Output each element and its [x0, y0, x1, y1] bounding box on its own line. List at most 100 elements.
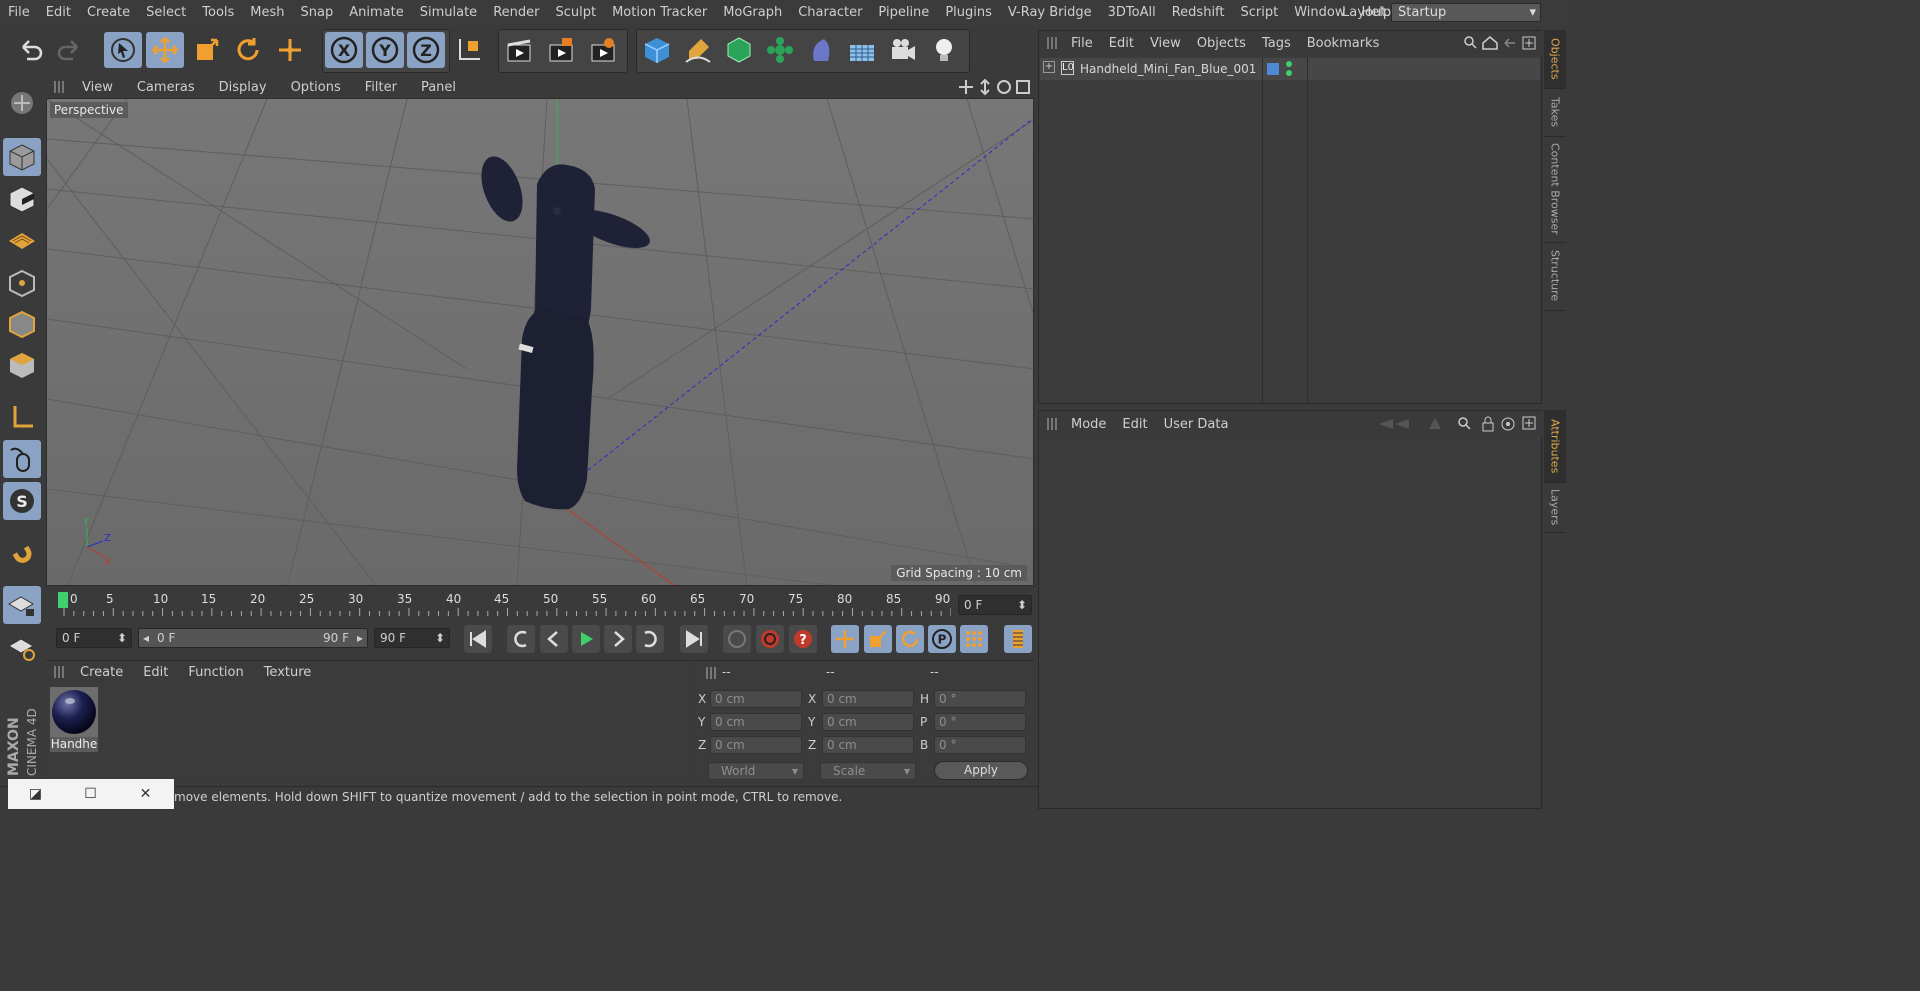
- render-visibility-dot[interactable]: [1286, 70, 1292, 76]
- move-tool-button[interactable]: [146, 32, 184, 68]
- camera-button[interactable]: [884, 32, 922, 68]
- render-view-button[interactable]: [500, 32, 538, 68]
- vp-menu-filter[interactable]: Filter: [353, 80, 409, 95]
- menu-mograph[interactable]: MoGraph: [715, 0, 790, 26]
- y-axis-button[interactable]: Y: [366, 32, 404, 68]
- vp-menu-view[interactable]: View: [70, 80, 125, 95]
- tweak-mode-button[interactable]: [3, 440, 41, 478]
- range-right-arrow-icon[interactable]: ▸: [357, 629, 363, 647]
- stepper-arrows-icon[interactable]: ⬍: [117, 629, 127, 647]
- menu-create[interactable]: Create: [79, 0, 138, 26]
- vp-menu-display[interactable]: Display: [207, 80, 279, 95]
- menu-simulate[interactable]: Simulate: [412, 0, 485, 26]
- timeline-ruler[interactable]: 0 5 10 15 20 25 30 35 40 45 50 55 60 65 …: [56, 590, 951, 620]
- menu-select[interactable]: Select: [138, 0, 194, 26]
- fan-model[interactable]: [473, 151, 654, 510]
- current-frame-field[interactable]: 0 F ⬍: [958, 595, 1032, 615]
- menu-snap[interactable]: Snap: [293, 0, 342, 26]
- cinema4d-restore-icon[interactable]: ◪: [8, 786, 63, 802]
- viewport-label[interactable]: Perspective: [50, 102, 128, 118]
- viewport-3d[interactable]: Y Z X Perspective Grid Spacing : 10 cm: [46, 98, 1034, 586]
- previous-key-button[interactable]: [507, 625, 535, 653]
- panel-grip-icon[interactable]: [706, 667, 716, 679]
- pan-view-icon[interactable]: [959, 80, 973, 94]
- pos-x-field[interactable]: 0 cm: [710, 690, 802, 708]
- autokeying-button[interactable]: [756, 625, 784, 653]
- panel-grip-icon[interactable]: [54, 81, 64, 93]
- polygons-mode-button[interactable]: [3, 346, 41, 384]
- pen-tool-button[interactable]: [679, 32, 717, 68]
- menu-plugins[interactable]: Plugins: [937, 0, 1000, 26]
- pos-y-field[interactable]: 0 cm: [710, 713, 802, 731]
- cloner-button[interactable]: [761, 32, 799, 68]
- coordinate-system-button[interactable]: [450, 32, 488, 68]
- play-button[interactable]: [572, 625, 600, 653]
- target-icon[interactable]: [1501, 417, 1515, 431]
- vp-menu-cameras[interactable]: Cameras: [125, 80, 207, 95]
- back-icon[interactable]: [1504, 38, 1515, 48]
- stepper-arrows-icon[interactable]: ⬍: [435, 629, 445, 647]
- menu-script[interactable]: Script: [1233, 0, 1287, 26]
- rot-b-field[interactable]: 0 °: [934, 736, 1026, 754]
- layout-dropdown[interactable]: Startup ▾: [1391, 3, 1541, 22]
- record-active-objects-button[interactable]: [723, 625, 751, 653]
- size-z-field[interactable]: 0 cm: [822, 736, 914, 754]
- material-name[interactable]: Handhe: [50, 737, 98, 752]
- key-rotation-button[interactable]: [896, 625, 924, 653]
- layer-color-swatch[interactable]: [1267, 63, 1279, 75]
- scale-mode-dropdown[interactable]: Scale ▾: [820, 762, 916, 780]
- attr-menu-edit[interactable]: Edit: [1114, 417, 1155, 432]
- scale-tool-button[interactable]: [188, 32, 226, 68]
- lock-workplane-button[interactable]: [3, 586, 41, 624]
- mat-menu-texture[interactable]: Texture: [254, 665, 322, 680]
- search-icon[interactable]: [1464, 36, 1477, 49]
- range-slider[interactable]: ◂ 0 F 90 F ▸: [138, 628, 368, 648]
- rot-p-field[interactable]: 0 °: [934, 713, 1026, 731]
- go-to-end-button[interactable]: [680, 625, 708, 653]
- attr-menu-mode[interactable]: Mode: [1063, 417, 1114, 432]
- search-icon[interactable]: [1458, 417, 1471, 430]
- panel-grip-icon[interactable]: [1047, 418, 1057, 430]
- render-region-button[interactable]: [542, 32, 580, 68]
- panel-grip-icon[interactable]: [1047, 37, 1057, 49]
- apply-button[interactable]: Apply: [934, 761, 1028, 780]
- maximize-icon[interactable]: ☐: [63, 786, 118, 802]
- snap-button[interactable]: [3, 534, 41, 572]
- timeline-window-button[interactable]: [1004, 625, 1032, 653]
- back-arrow-icon[interactable]: [1379, 419, 1409, 429]
- make-editable-button[interactable]: [3, 84, 41, 122]
- pos-z-field[interactable]: 0 cm: [710, 736, 802, 754]
- keyframe-selection-button[interactable]: ?: [789, 625, 817, 653]
- tab-content-browser[interactable]: Content Browser: [1544, 136, 1566, 243]
- model-mode-button[interactable]: [3, 138, 41, 176]
- vp-menu-panel[interactable]: Panel: [409, 80, 468, 95]
- transform-tool-button[interactable]: [271, 32, 309, 68]
- tab-structure[interactable]: Structure: [1544, 242, 1566, 311]
- menu-edit[interactable]: Edit: [38, 0, 79, 26]
- obj-menu-file[interactable]: File: [1063, 36, 1101, 51]
- undo-button[interactable]: [11, 32, 49, 68]
- coordinate-mode-dropdown[interactable]: World ▾: [708, 762, 804, 780]
- axis-mode-button[interactable]: [3, 398, 41, 436]
- attr-menu-user-data[interactable]: User Data: [1156, 417, 1237, 432]
- z-axis-button[interactable]: Z: [407, 32, 445, 68]
- menu-vray-bridge[interactable]: V-Ray Bridge: [1000, 0, 1100, 26]
- rotate-view-icon[interactable]: [997, 80, 1011, 94]
- go-to-start-button[interactable]: [464, 625, 492, 653]
- tab-layers[interactable]: Layers: [1544, 482, 1566, 533]
- key-position-button[interactable]: [831, 625, 859, 653]
- subdivision-button[interactable]: [720, 32, 758, 68]
- cube-object-button[interactable]: [638, 32, 676, 68]
- menu-tools[interactable]: Tools: [194, 0, 242, 26]
- playhead-marker[interactable]: [58, 592, 68, 608]
- tab-attributes[interactable]: Attributes: [1544, 410, 1566, 483]
- menu-file[interactable]: File: [0, 0, 38, 26]
- solo-button[interactable]: S: [3, 482, 41, 520]
- material-swatch[interactable]: [50, 687, 98, 737]
- stepper-arrows-icon[interactable]: ⬍: [1017, 596, 1027, 614]
- mat-menu-create[interactable]: Create: [70, 665, 133, 680]
- menu-character[interactable]: Character: [790, 0, 870, 26]
- menu-3dtoall[interactable]: 3DToAll: [1100, 0, 1164, 26]
- rotate-tool-button[interactable]: [229, 32, 267, 68]
- new-panel-icon[interactable]: [1522, 416, 1536, 430]
